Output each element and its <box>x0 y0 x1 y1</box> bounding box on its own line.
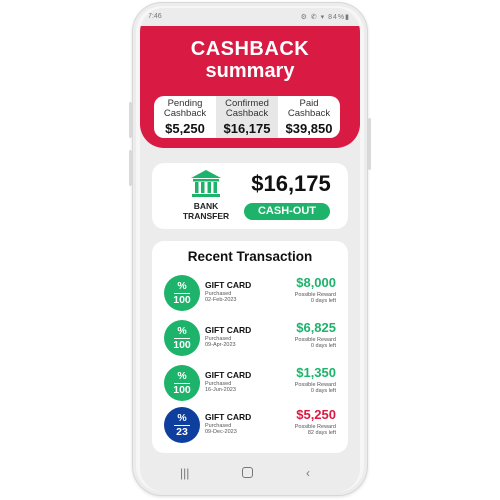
home-icon[interactable] <box>242 467 253 478</box>
transaction-purchase-info: Purchased 02-Feb-2023 <box>205 291 255 303</box>
transaction-name: GIFT CARD <box>205 325 252 335</box>
transaction-reward-info: Possible Reward 0 days left <box>276 292 336 304</box>
days-left: 82 days left <box>307 430 336 436</box>
summary-paid[interactable]: Paid Cashback $39,850 <box>278 96 340 138</box>
summary-amount: $16,175 <box>223 121 271 136</box>
cash-out-button[interactable]: CASH-OUT <box>244 203 330 220</box>
percent-value: 23 <box>176 426 188 438</box>
transaction-amount: $1,350 <box>296 365 336 380</box>
transaction-reward-info: Possible Reward 0 days left <box>276 382 336 394</box>
status-time: 7:46 <box>148 13 162 20</box>
percent-symbol: % <box>177 280 187 292</box>
navigation-bar: ||| ‹ <box>140 460 360 488</box>
purchase-date: 16-Jun-2023 <box>205 387 236 393</box>
page-title: CASHBACK <box>190 38 310 60</box>
transaction-purchase-info: Purchased 09-Apr-2023 <box>205 336 255 348</box>
bank-icon <box>191 170 221 197</box>
percent-symbol: % <box>177 325 187 337</box>
recent-apps-icon[interactable]: ||| <box>180 466 189 480</box>
phone-screen: 7:46 ⚙ ✆ ▾ 84%▮ CASHBACK summary Pending… <box>140 8 360 492</box>
transaction-amount: $5,250 <box>296 407 336 422</box>
volume-down-button <box>129 150 132 186</box>
transaction-row[interactable]: % 100 GIFT CARD Purchased 16-Jun-2023 $1… <box>164 363 340 401</box>
cashback-header: CASHBACK summary Pending Cashback $5,250… <box>140 26 360 148</box>
transaction-amount: $8,000 <box>296 275 336 290</box>
transaction-reward-info: Possible Reward 0 days left <box>276 337 336 349</box>
percent-value: 100 <box>173 339 191 351</box>
page-subtitle: summary <box>205 60 295 82</box>
back-icon[interactable]: ‹ <box>306 466 310 480</box>
transaction-row[interactable]: % 100 GIFT CARD Purchased 09-Apr-2023 $6… <box>164 318 340 356</box>
status-icons: ⚙ ✆ ▾ 84%▮ <box>300 14 350 21</box>
recent-transactions-title: Recent Transaction <box>187 249 313 264</box>
days-left: 0 days left <box>310 388 336 394</box>
percent-symbol: % <box>177 370 187 382</box>
cashback-summary-box: Pending Cashback $5,250 Confirmed Cashba… <box>154 96 340 138</box>
days-left: 0 days left <box>310 343 336 349</box>
percent-badge: % 100 <box>164 320 200 356</box>
transaction-name: GIFT CARD <box>205 412 252 422</box>
summary-label: Cashback <box>163 108 207 119</box>
percent-badge: % 23 <box>164 407 200 443</box>
percent-badge: % 100 <box>164 365 200 401</box>
transaction-name: GIFT CARD <box>205 370 252 380</box>
purchase-date: 09-Dec-2023 <box>205 429 237 435</box>
summary-confirmed[interactable]: Confirmed Cashback $16,175 <box>216 96 278 138</box>
summary-label: Cashback <box>287 108 331 119</box>
status-bar: 7:46 ⚙ ✆ ▾ 84%▮ <box>140 8 360 26</box>
power-button <box>368 118 371 170</box>
purchase-date: 09-Apr-2023 <box>205 342 236 348</box>
transaction-purchase-info: Purchased 09-Dec-2023 <box>205 423 255 435</box>
volume-up-button <box>129 102 132 138</box>
transaction-row[interactable]: % 23 GIFT CARD Purchased 09-Dec-2023 $5,… <box>164 405 340 443</box>
summary-amount: $5,250 <box>165 121 205 136</box>
transaction-purchase-info: Purchased 16-Jun-2023 <box>205 381 255 393</box>
percent-symbol: % <box>177 412 187 424</box>
bank-transfer-label: BANK TRANSFER <box>176 201 236 221</box>
days-left: 0 days left <box>310 298 336 304</box>
summary-amount: $39,850 <box>285 121 333 136</box>
purchase-date: 02-Feb-2023 <box>205 297 237 303</box>
percent-value: 100 <box>173 384 191 396</box>
recent-transactions-card: Recent Transaction % 100 GIFT CARD Purch… <box>152 241 348 453</box>
transaction-row[interactable]: % 100 GIFT CARD Purchased 02-Feb-2023 $8… <box>164 273 340 311</box>
summary-pending[interactable]: Pending Cashback $5,250 <box>154 96 216 138</box>
summary-label: Cashback <box>225 108 269 119</box>
bank-transfer-card: BANK TRANSFER $16,175 CASH-OUT <box>152 163 348 229</box>
transaction-reward-info: Possible Reward 82 days left <box>276 424 336 436</box>
percent-badge: % 100 <box>164 275 200 311</box>
transaction-name: GIFT CARD <box>205 280 252 290</box>
bank-amount: $16,175 <box>251 171 331 196</box>
percent-value: 100 <box>173 294 191 306</box>
bank-label-line: TRANSFER <box>182 211 230 221</box>
bank-label-line: BANK <box>193 201 219 211</box>
transaction-amount: $6,825 <box>296 320 336 335</box>
